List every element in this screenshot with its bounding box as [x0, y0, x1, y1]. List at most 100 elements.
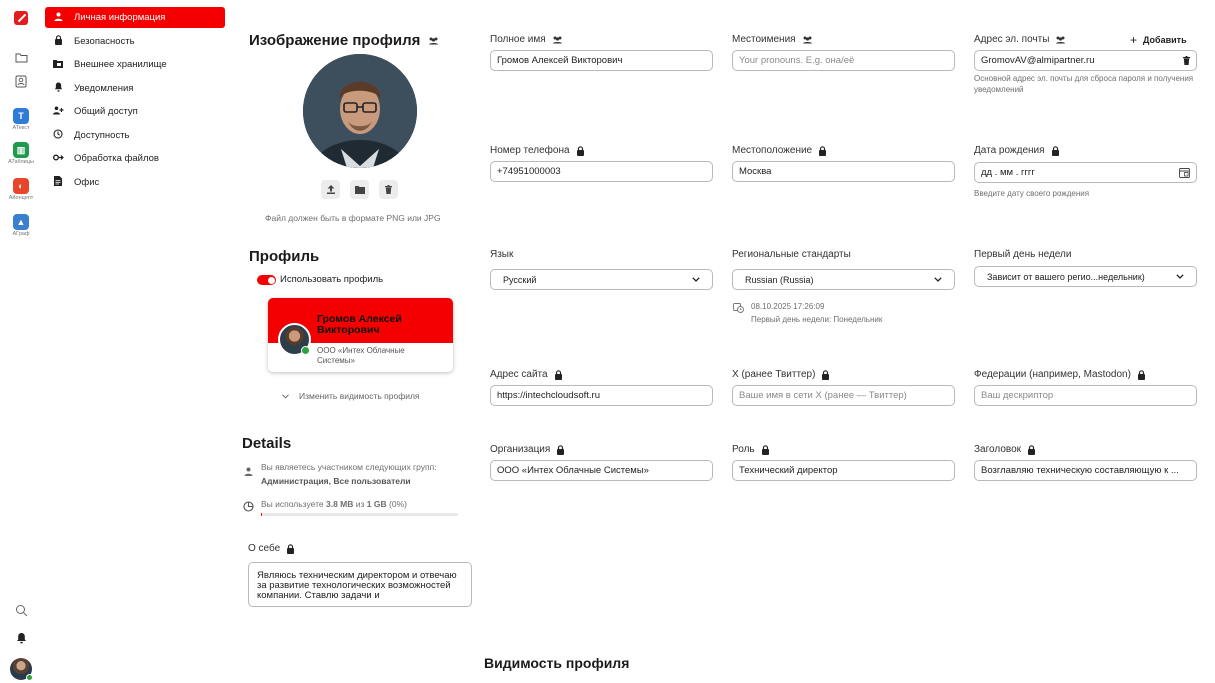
about-textarea[interactable]: Являюсь техническим директором и отвечаю…: [248, 562, 472, 607]
nav-item-sharing[interactable]: Общий доступ: [45, 101, 225, 122]
nav-item-office[interactable]: Офис: [45, 172, 225, 193]
nav-item-external-storage[interactable]: Внешнее хранилище: [45, 54, 225, 75]
headline-input[interactable]: Возглавляю техническую составляющую к ..…: [974, 460, 1197, 481]
nav-item-notifications[interactable]: Уведомления: [45, 78, 225, 99]
status-online-icon: [301, 346, 310, 355]
fediverse-input[interactable]: Ваш дескриптор: [974, 385, 1197, 406]
first-day-select[interactable]: Зависит от вашего регио...недельник): [974, 266, 1197, 287]
location-input[interactable]: Москва: [732, 161, 955, 182]
role-input[interactable]: Технический директор: [732, 460, 955, 481]
pronouns-label: Местоимения: [732, 34, 813, 45]
lock-icon[interactable]: [1051, 145, 1060, 156]
app-logo-icon[interactable]: [11, 8, 31, 28]
user-avatar[interactable]: [10, 658, 33, 681]
lock-icon[interactable]: [761, 444, 770, 455]
nav-item-file-processing[interactable]: Обработка файлов: [45, 148, 225, 169]
fediverse-label: Федерации (например, Mastodon): [974, 369, 1146, 380]
share-icon: [52, 106, 64, 118]
app-atext-icon[interactable]: T: [11, 106, 31, 126]
trash-icon[interactable]: [1183, 56, 1190, 65]
lock-icon[interactable]: [1137, 369, 1146, 380]
main-content: Изображение профиля Файл должен быть в ф…: [230, 0, 1215, 683]
profile-photo: [303, 54, 417, 168]
birthday-label: Дата рождения: [974, 145, 1060, 156]
group-scope-icon[interactable]: [1055, 36, 1066, 44]
folder-icon[interactable]: [11, 47, 31, 67]
calendar-clock-icon: [733, 300, 744, 318]
choose-from-files-button[interactable]: [350, 180, 369, 199]
scrollbar[interactable]: [1209, 0, 1213, 683]
storage-usage-bar: [261, 513, 458, 516]
lock-icon[interactable]: [818, 145, 827, 156]
groups-user-icon: [244, 463, 253, 481]
app-atables-icon[interactable]: ▥: [11, 140, 31, 160]
app-agraph-label: АГраф: [12, 231, 30, 237]
app-agraph-icon[interactable]: ▲: [11, 212, 31, 232]
nav-item-security[interactable]: Безопасность: [45, 31, 225, 52]
change-visibility-link[interactable]: Изменить видимость профиля: [282, 391, 420, 401]
email-label: Адрес эл. почты: [974, 34, 1066, 45]
app-atables-label: АТаблицы: [8, 159, 34, 165]
search-icon[interactable]: [11, 600, 31, 620]
fullname-input[interactable]: Громов Алексей Викторович: [490, 50, 713, 71]
document-icon: [52, 176, 64, 189]
profile-card[interactable]: Громов Алексей Викторович ООО «Интех Обл…: [268, 298, 453, 372]
groups-value: Администрация, Все пользователи: [261, 476, 411, 486]
twitter-label: X (ранее Твиттер): [732, 369, 830, 380]
locale-time: 08.10.2025 17:26:09: [751, 302, 825, 311]
user-icon: [52, 12, 64, 24]
profile-card-org: ООО «Интех Облачные Системы»: [317, 346, 405, 365]
about-label: О себе: [248, 543, 295, 554]
language-select[interactable]: Русский: [490, 269, 713, 290]
organisation-label: Организация: [490, 444, 565, 455]
group-scope-icon[interactable]: [428, 32, 439, 49]
chevron-down-icon: [282, 393, 289, 399]
location-label: Местоположение: [732, 145, 827, 156]
birthday-input[interactable]: дд . мм . гггг: [974, 162, 1197, 183]
nav-item-accessibility[interactable]: Доступность: [45, 125, 225, 146]
locale-first-day-info: Первый день недели: Понедельник: [751, 315, 883, 324]
lock-icon[interactable]: [286, 543, 295, 554]
add-email-button[interactable]: + Добавить: [1130, 33, 1187, 47]
app-atext-label: АТекст: [12, 125, 30, 131]
folder-icon: [354, 185, 365, 194]
locale-label: Региональные стандарты: [732, 249, 851, 260]
lock-icon[interactable]: [1027, 444, 1036, 455]
lock-icon[interactable]: [556, 444, 565, 455]
trash-icon: [385, 185, 392, 194]
organisation-input[interactable]: ООО «Интех Облачные Системы»: [490, 460, 713, 481]
profile-visibility-title: Видимость профиля: [484, 655, 630, 671]
app-aconcept-label: АКонцепт: [8, 195, 34, 201]
lock-icon[interactable]: [821, 369, 830, 380]
pronouns-input[interactable]: Your pronouns. E.g. она/её: [732, 50, 955, 71]
details-title: Details: [242, 435, 292, 452]
bell-icon: [52, 82, 64, 95]
website-input[interactable]: https://intechcloudsoft.ru: [490, 385, 713, 406]
group-scope-icon[interactable]: [552, 36, 563, 44]
lock-icon[interactable]: [576, 145, 585, 156]
nav-item-personal-info[interactable]: Личная информация: [45, 7, 225, 28]
calendar-icon[interactable]: [1179, 167, 1190, 178]
app-aconcept-icon[interactable]: ◐: [11, 176, 31, 196]
profile-card-name: Громов Алексей Викторович: [317, 313, 402, 336]
phone-input[interactable]: +74951000003: [490, 161, 713, 182]
contacts-icon[interactable]: [11, 71, 31, 91]
group-scope-icon[interactable]: [802, 36, 813, 44]
upload-photo-button[interactable]: [321, 180, 340, 199]
use-profile-toggle[interactable]: [257, 275, 276, 285]
photo-format-hint: Файл должен быть в формате PNG или JPG: [265, 213, 441, 223]
chevron-down-icon: [934, 277, 942, 282]
lock-icon: [52, 35, 64, 48]
locale-select[interactable]: Russian (Russia): [732, 269, 955, 290]
phone-label: Номер телефона: [490, 145, 585, 156]
email-input[interactable]: GromovAV@almipartner.ru: [974, 50, 1197, 71]
website-label: Адрес сайта: [490, 369, 563, 380]
twitter-input[interactable]: Ваше имя в сети X (ранее — Твиттер): [732, 385, 955, 406]
chevron-down-icon: [1176, 274, 1184, 279]
app-rail: T АТекст ▥ АТаблицы ◐ АКонцепт ▲ АГраф: [0, 0, 42, 683]
bell-icon[interactable]: [11, 628, 31, 648]
remove-photo-button[interactable]: [379, 180, 398, 199]
lock-icon[interactable]: [554, 369, 563, 380]
birthday-hint: Введите дату своего рождения: [974, 189, 1090, 198]
profile-title: Профиль: [249, 248, 320, 265]
